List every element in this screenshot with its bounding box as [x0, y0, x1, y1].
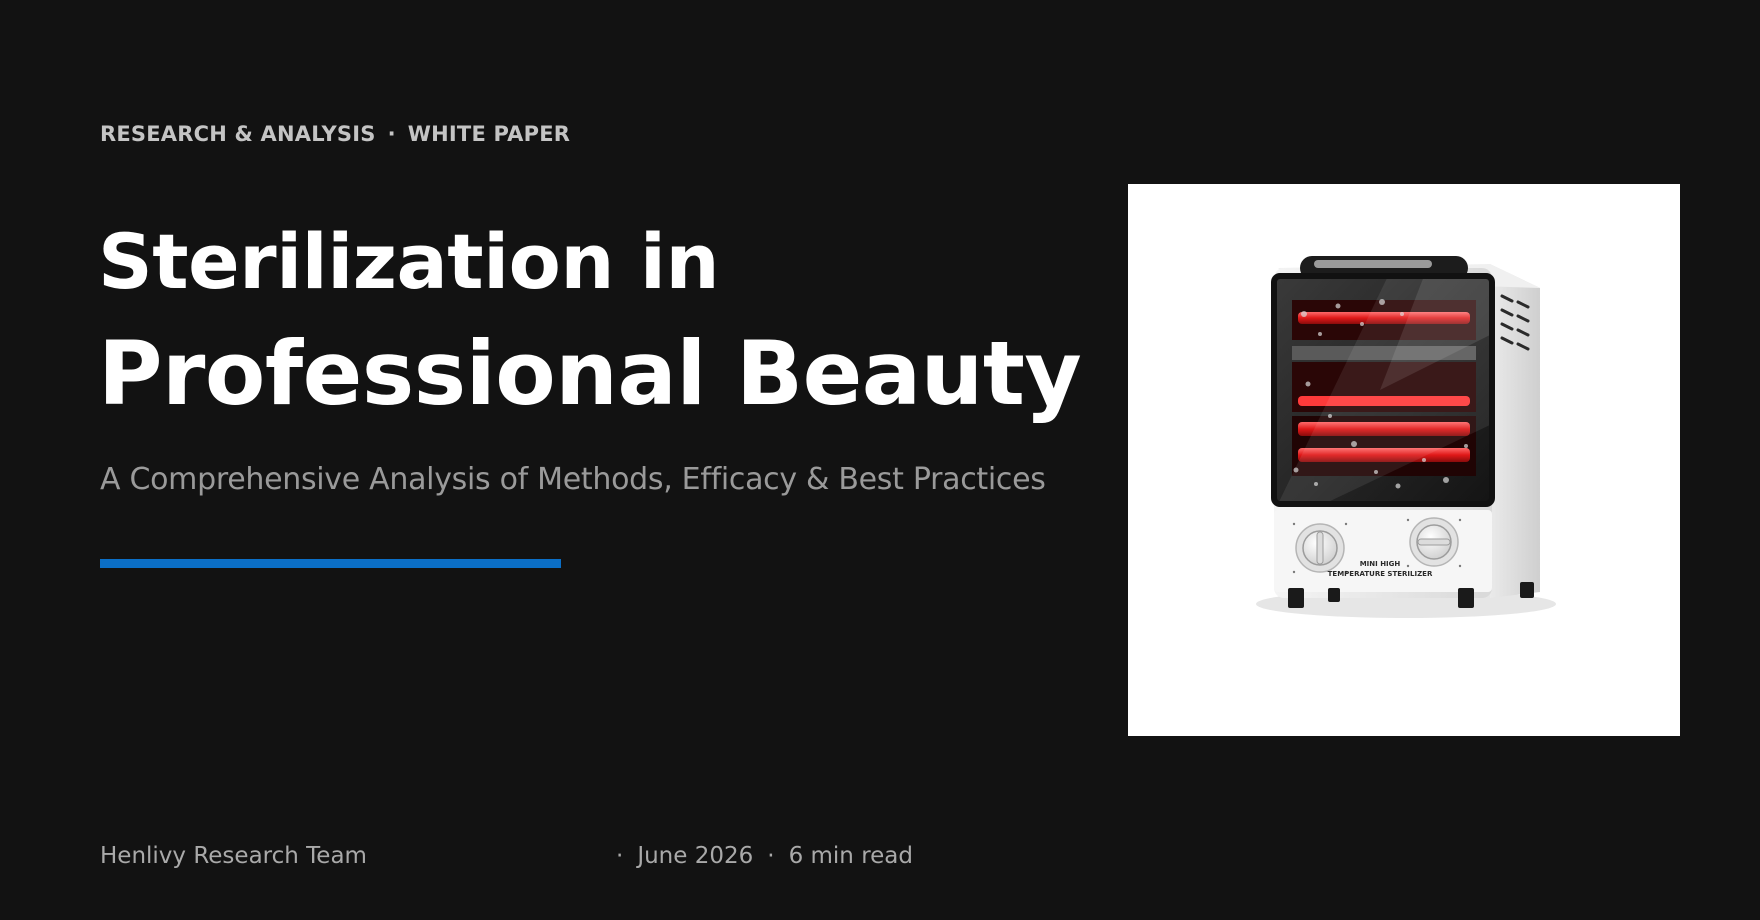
side-panel: [1490, 264, 1540, 598]
author-byline: Henlivy Research Team: [100, 843, 367, 869]
document-type-label: WHITE PAPER: [407, 122, 571, 146]
timer-knob-icon: [1295, 523, 1345, 573]
temperature-knob-icon: [1409, 517, 1459, 567]
subtitle: A Comprehensive Analysis of Methods, Eff…: [100, 462, 1046, 497]
category-label: RESEARCH & ANALYSIS: [100, 122, 376, 146]
product-label-line-2: TEMPERATURE STERILIZER: [1328, 570, 1433, 578]
sterilizer-illustration: MINI HIGH TEMPERATURE STERILIZER: [1256, 256, 1556, 618]
meta-separator: ·: [616, 843, 624, 869]
product-label-line-1: MINI HIGH: [1360, 560, 1401, 568]
accent-divider: [100, 559, 561, 568]
eyebrow-separator: ·: [387, 122, 396, 146]
foot: [1288, 588, 1304, 608]
foot: [1520, 582, 1534, 598]
product-image: MINI HIGH TEMPERATURE STERILIZER: [1128, 184, 1680, 736]
meta-separator: ·: [767, 843, 775, 869]
title-line-2: Professional Beauty: [98, 322, 1082, 425]
page-title: Sterilization in Professional Beauty: [98, 212, 1082, 436]
title-line-1: Sterilization in: [98, 217, 720, 306]
publication-date: June 2026: [637, 843, 754, 869]
publication-meta: · June 2026 · 6 min read: [616, 843, 913, 869]
foot: [1458, 588, 1474, 608]
foot: [1328, 588, 1340, 602]
read-time: 6 min read: [788, 843, 913, 869]
eyebrow: RESEARCH & ANALYSIS · WHITE PAPER: [100, 122, 570, 146]
